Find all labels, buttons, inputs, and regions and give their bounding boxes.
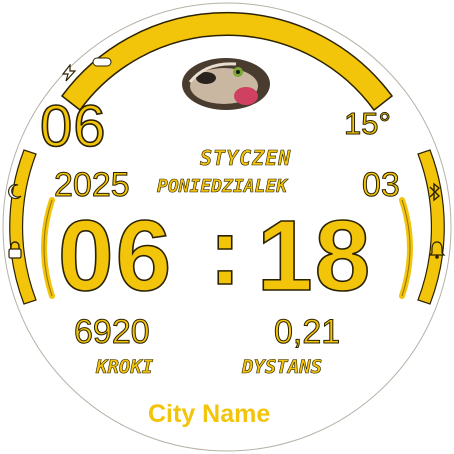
distance-value: 0,21: [273, 313, 341, 351]
time-minutes: 18: [256, 200, 373, 312]
year-value: 2025: [54, 166, 131, 204]
steps-value: 6920: [74, 313, 151, 351]
charging-bolt-icon: [61, 64, 77, 82]
battery-pill-icon: [92, 57, 112, 67]
week-number: 03: [362, 166, 401, 204]
month-name: STYCZEN: [200, 146, 292, 170]
weekday-name: PONIEDZIALEK: [157, 176, 288, 197]
time-separator: :: [208, 198, 242, 305]
day-value: 06: [39, 94, 107, 159]
lock-icon: [8, 241, 22, 259]
steps-label: KROKI: [96, 356, 154, 378]
moon-icon: [8, 184, 22, 200]
distance-label: DYSTANS: [242, 356, 323, 378]
left-bezel: [9, 149, 37, 305]
temperature-value: 15°: [344, 106, 392, 141]
right-bezel: [417, 149, 445, 305]
watch-face: 06 15° STYCZEN 2025 PONIEDZIALEK 03 06 :…: [0, 0, 454, 454]
alarm-bell-icon: [428, 241, 446, 259]
city-name: City Name: [148, 400, 271, 428]
time-hours: 06: [57, 200, 174, 312]
cat-photo: [182, 58, 270, 110]
bluetooth-icon: [429, 182, 441, 202]
